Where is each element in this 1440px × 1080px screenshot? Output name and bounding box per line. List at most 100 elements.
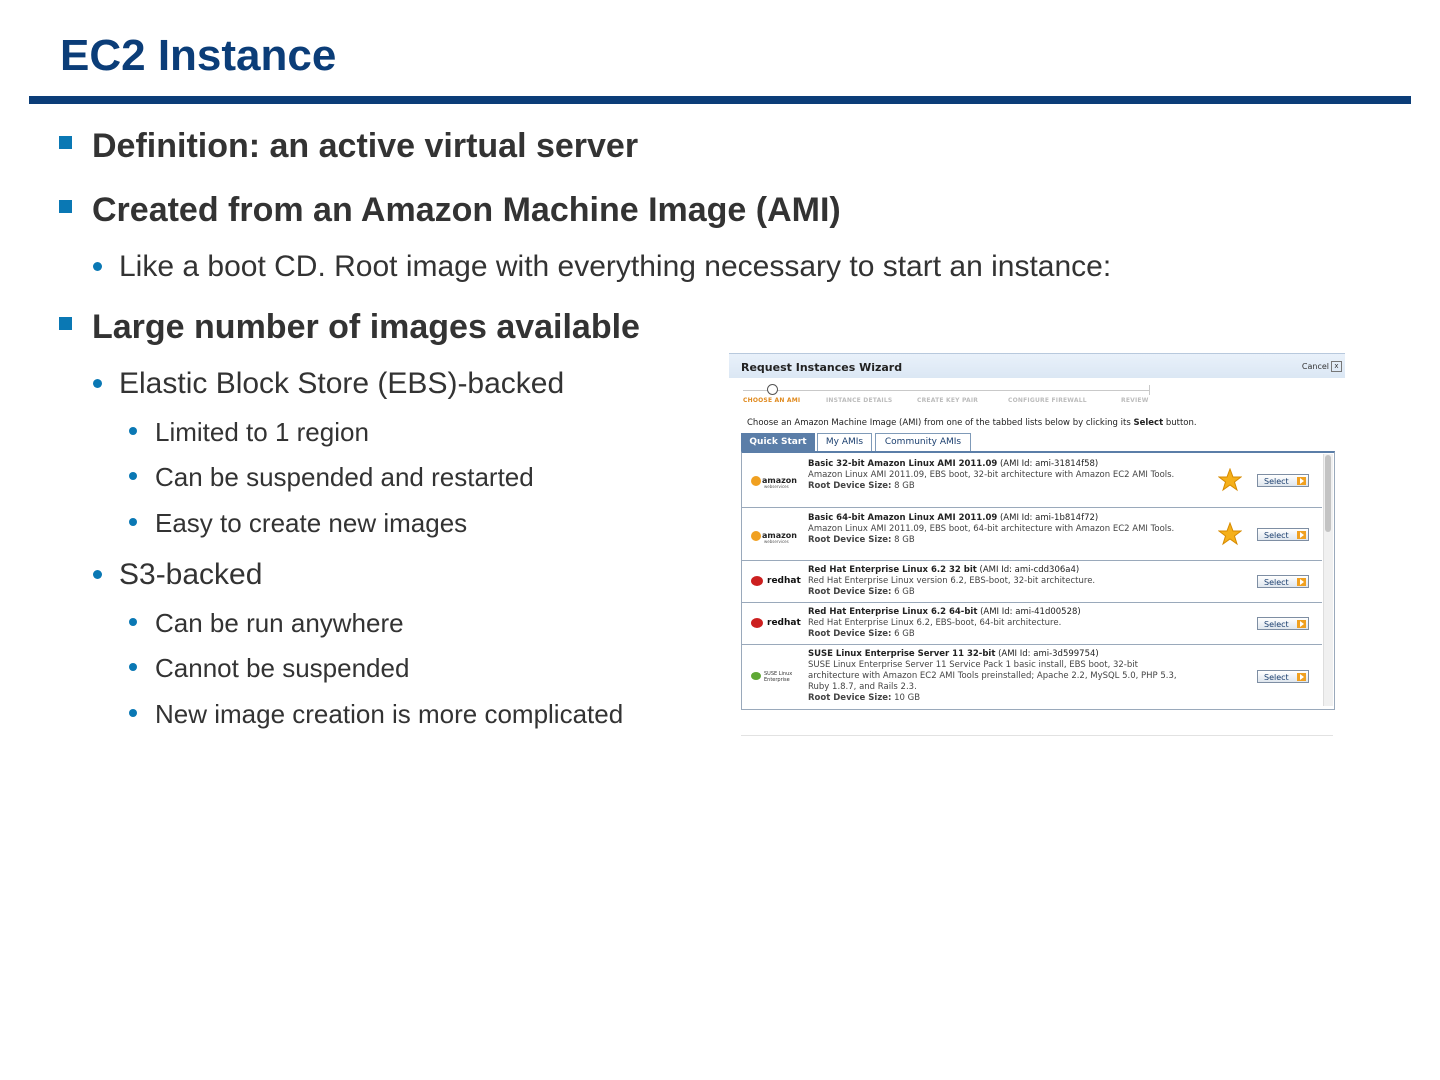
bullet-text: Like a boot CD. Root image with everythi…: [119, 250, 1112, 283]
root-size-value: 6 GB: [894, 587, 915, 597]
bullet-ebs-backed: Elastic Block Store (EBS)-backed: [93, 366, 565, 402]
scrollbar[interactable]: [1323, 454, 1333, 706]
logo-line-2: Enterprise: [764, 677, 790, 683]
ami-row: amazon webservices Basic 32-bit Amazon L…: [742, 453, 1322, 508]
dot-bullet-icon: [93, 262, 102, 271]
dot-bullet-icon: [129, 518, 137, 526]
select-button[interactable]: Select: [1257, 528, 1309, 541]
ami-id: (AMI Id: ami-3d599754): [998, 649, 1099, 659]
bullet-large-number-images: Large number of images available: [59, 307, 640, 347]
wizard-instruction: Choose an Amazon Machine Image (AMI) fro…: [747, 418, 1197, 428]
tab-community-amis[interactable]: Community AMIs: [875, 433, 971, 452]
wizard-title: Request Instances Wizard: [741, 361, 903, 374]
select-label: Select: [1264, 620, 1289, 629]
bullet-limited-region: Limited to 1 region: [129, 416, 369, 448]
arrow-right-icon: [1297, 620, 1306, 628]
request-instances-wizard: Request Instances Wizard Cancel x CHOOSE…: [729, 353, 1345, 737]
ami-row: amazon webservices Basic 64-bit Amazon L…: [742, 508, 1322, 561]
step-review: REVIEW: [1121, 397, 1149, 404]
bullet-suspend-restart: Can be suspended and restarted: [129, 461, 534, 493]
tab-my-amis[interactable]: My AMIs: [817, 433, 872, 452]
amazon-logo-icon: amazon webservices: [750, 473, 802, 491]
root-size-label: Root Device Size:: [808, 629, 892, 639]
dot-bullet-icon: [129, 618, 137, 626]
ami-info: SUSE Linux Enterprise Server 11 32-bit (…: [808, 649, 1188, 704]
ami-info: Basic 32-bit Amazon Linux AMI 2011.09 (A…: [808, 459, 1198, 492]
tab-quick-start[interactable]: Quick Start: [741, 433, 815, 452]
ami-name: Red Hat Enterprise Linux 6.2 64-bit: [808, 607, 978, 617]
wizard-progress-end: [1149, 385, 1150, 395]
dot-bullet-icon: [129, 709, 137, 717]
select-button[interactable]: Select: [1257, 474, 1309, 487]
wizard-header: Request Instances Wizard Cancel x: [729, 353, 1345, 378]
bullet-text: Limited to 1 region: [155, 417, 369, 447]
arrow-right-icon: [1297, 477, 1306, 485]
root-size-value: 8 GB: [894, 481, 915, 491]
bullet-text: New image creation is more complicated: [155, 699, 624, 729]
root-size-label: Root Device Size:: [808, 587, 892, 597]
ami-name: Red Hat Enterprise Linux 6.2 32 bit: [808, 565, 977, 575]
select-label: Select: [1264, 531, 1289, 540]
wizard-bottom-divider: [741, 735, 1333, 736]
redhat-logo-icon: redhat: [750, 615, 802, 633]
select-label: Select: [1264, 673, 1289, 682]
bullet-text: Created from an Amazon Machine Image (AM…: [92, 191, 841, 229]
select-button[interactable]: Select: [1257, 670, 1309, 683]
star-icon: [1218, 468, 1242, 492]
square-bullet-icon: [59, 200, 72, 213]
ami-description: Amazon Linux AMI 2011.09, EBS boot, 64-b…: [808, 524, 1175, 534]
bullet-text: Can be run anywhere: [155, 608, 404, 638]
arrow-right-icon: [1297, 673, 1306, 681]
instruction-text-end: button.: [1163, 418, 1197, 428]
ami-id: (AMI Id: ami-31814f58): [999, 459, 1099, 469]
square-bullet-icon: [59, 317, 72, 330]
root-size-value: 6 GB: [894, 629, 915, 639]
arrow-right-icon: [1297, 531, 1306, 539]
wizard-progress-track: [743, 390, 1149, 391]
bullet-text: Elastic Block Store (EBS)-backed: [119, 367, 565, 400]
scrollbar-thumb[interactable]: [1325, 455, 1331, 532]
bullet-easy-images: Easy to create new images: [129, 507, 467, 539]
root-size-label: Root Device Size:: [808, 693, 892, 703]
ami-name: Basic 32-bit Amazon Linux AMI 2011.09: [808, 459, 998, 469]
root-size-label: Root Device Size:: [808, 481, 892, 491]
star-icon: [1218, 522, 1242, 546]
bullet-text: Can be suspended and restarted: [155, 462, 534, 492]
bullet-image-complicated: New image creation is more complicated: [129, 698, 624, 730]
step-instance-details: INSTANCE DETAILS: [826, 397, 893, 404]
wizard-cancel-link[interactable]: Cancel: [1302, 362, 1329, 371]
select-button[interactable]: Select: [1257, 617, 1309, 630]
wizard-progress-knob: [767, 384, 778, 395]
root-size-label: Root Device Size:: [808, 535, 892, 545]
ami-id: (AMI Id: ami-cdd306a4): [979, 565, 1080, 575]
slide-title: EC2 Instance: [60, 31, 337, 80]
root-size-value: 8 GB: [894, 535, 915, 545]
select-label: Select: [1264, 477, 1289, 486]
ami-row: redhat Red Hat Enterprise Linux 6.2 32 b…: [742, 561, 1322, 603]
ami-name: SUSE Linux Enterprise Server 11 32-bit: [808, 649, 996, 659]
bullet-cannot-suspend: Cannot be suspended: [129, 652, 410, 684]
select-label: Select: [1264, 578, 1289, 587]
square-bullet-icon: [59, 136, 72, 149]
logo-text: redhat: [767, 576, 801, 586]
bullet-text: Large number of images available: [92, 308, 640, 346]
step-configure-firewall: CONFIGURE FIREWALL: [1008, 397, 1087, 404]
dot-bullet-icon: [93, 570, 102, 579]
bullet-created-from-ami: Created from an Amazon Machine Image (AM…: [59, 190, 841, 230]
logo-text: redhat: [767, 618, 801, 628]
bullet-text: S3-backed: [119, 558, 263, 591]
step-choose-ami: CHOOSE AN AMI: [743, 397, 801, 404]
dot-bullet-icon: [129, 472, 137, 480]
bullet-text: Cannot be suspended: [155, 653, 410, 683]
bullet-text: Definition: an active virtual server: [92, 127, 639, 165]
select-button[interactable]: Select: [1257, 575, 1309, 588]
ami-id: (AMI Id: ami-1b814f72): [999, 513, 1099, 523]
ami-id: (AMI Id: ami-41d00528): [980, 607, 1081, 617]
close-icon[interactable]: x: [1331, 361, 1342, 372]
logo-subtext: webservices: [764, 539, 789, 544]
ami-info: Red Hat Enterprise Linux 6.2 32 bit (AMI…: [808, 565, 1198, 598]
ami-description: Amazon Linux AMI 2011.09, EBS boot, 32-b…: [808, 470, 1175, 480]
bullet-boot-cd: Like a boot CD. Root image with everythi…: [93, 249, 1112, 285]
bullet-s3-backed: S3-backed: [93, 557, 263, 593]
suse-logo-icon: SUSE Linux Enterprise: [750, 669, 802, 687]
